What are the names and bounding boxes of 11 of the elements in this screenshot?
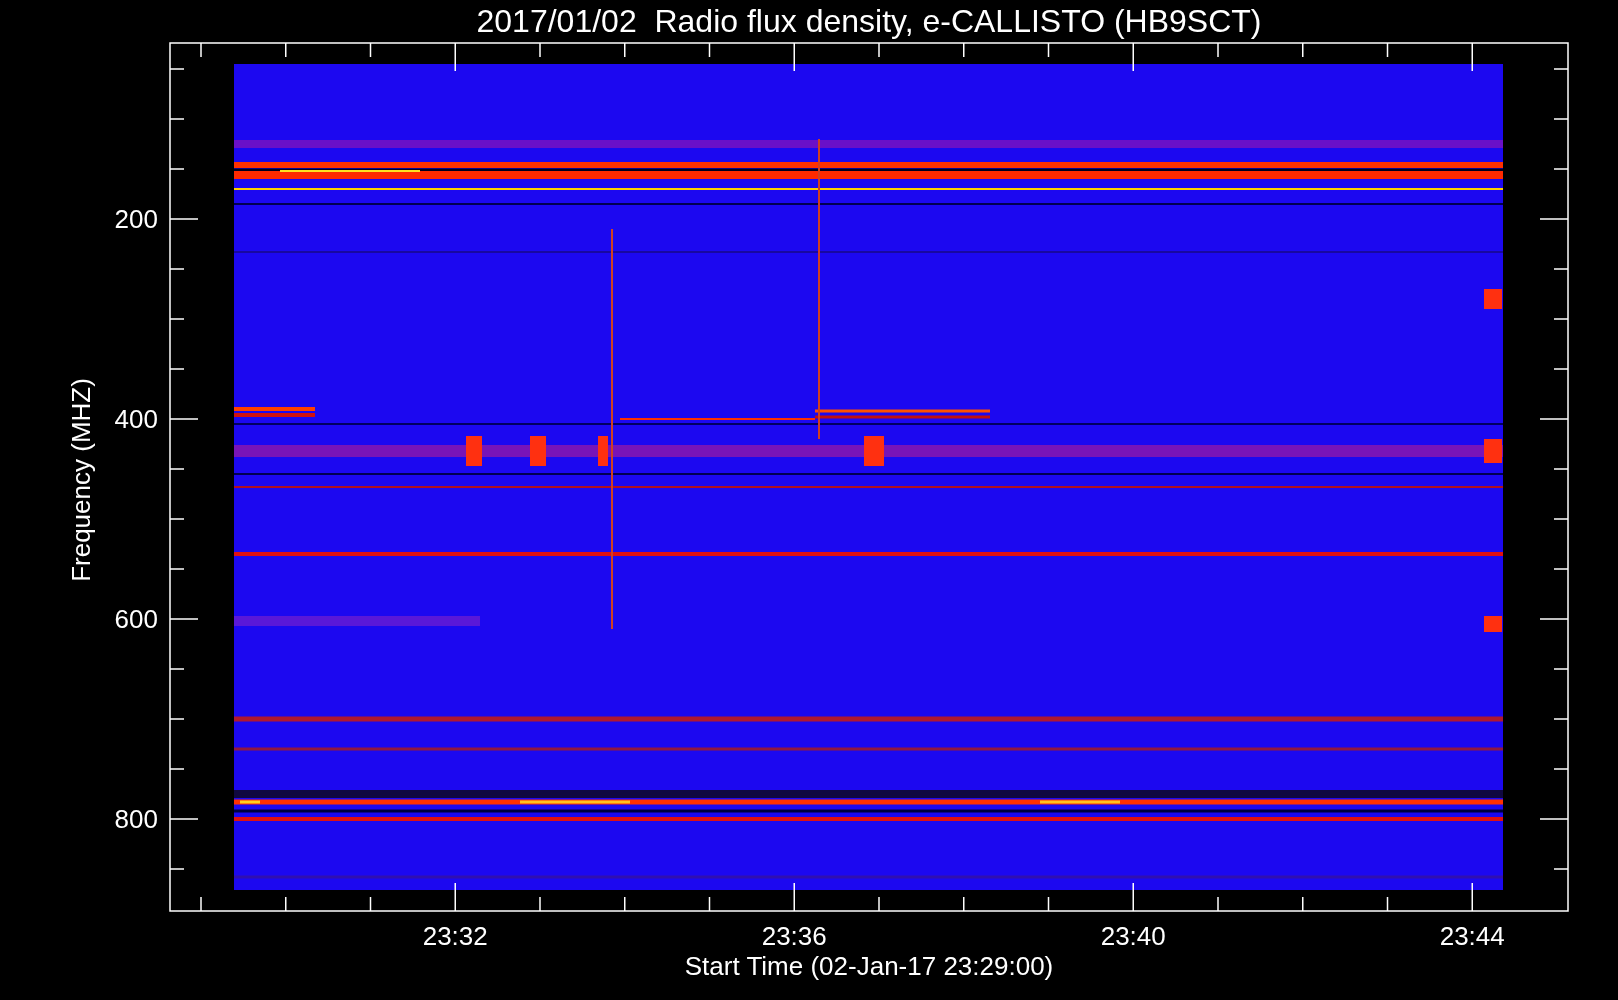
y-tick-label: 600 (114, 604, 158, 634)
x-tick-label: 23:44 (1439, 921, 1505, 951)
y-tick-label: 400 (114, 404, 158, 434)
y-tick-label: 200 (114, 204, 158, 234)
y-axis-label: Frequency (MHZ) (66, 378, 96, 582)
x-tick-label: 23:32 (422, 921, 488, 951)
x-axis-label: Start Time (02-Jan-17 23:29:00) (684, 951, 1054, 981)
y-tick-label: 800 (114, 804, 158, 834)
x-tick-label: 23:36 (761, 921, 827, 951)
chart-title: 2017/01/02 Radio flux density, e-CALLISTO (HB9SCT) (476, 3, 1262, 39)
x-tick-label: 23:40 (1100, 921, 1166, 951)
